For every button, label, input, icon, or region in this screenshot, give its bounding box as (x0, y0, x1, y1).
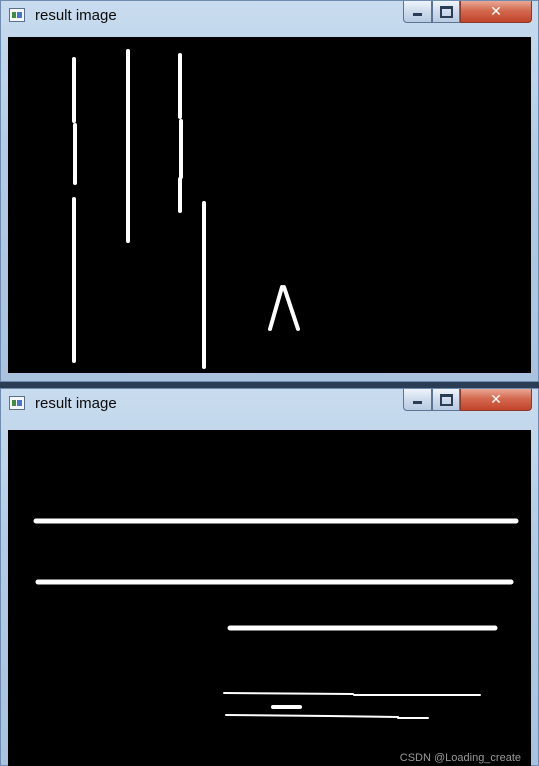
result-window-bottom: result image ✕ CSDN @Loading_create (0, 388, 539, 766)
line-segment (327, 715, 399, 718)
maximize-button[interactable] (432, 389, 460, 411)
line-segment (268, 285, 284, 331)
minimize-icon (413, 401, 422, 404)
maximize-button[interactable] (432, 1, 460, 23)
minimize-button[interactable] (403, 1, 432, 23)
app-icon (9, 8, 25, 22)
app-icon (9, 396, 25, 410)
maximize-icon (439, 5, 453, 18)
image-canvas (8, 37, 531, 373)
minimize-button[interactable] (403, 389, 432, 411)
close-icon: ✕ (490, 391, 502, 408)
title-bar[interactable]: result image ✕ (1, 1, 538, 31)
image-canvas: CSDN @Loading_create (8, 430, 531, 766)
result-window-top: result image ✕ (0, 0, 539, 382)
minimize-icon (413, 13, 422, 16)
title-bar[interactable]: result image ✕ (1, 389, 538, 419)
line-segment (282, 285, 300, 331)
detected-lines-horizontal (33, 518, 519, 719)
close-button[interactable]: ✕ (460, 1, 532, 23)
line-segment (223, 692, 354, 695)
line-segment (225, 714, 329, 717)
close-button[interactable]: ✕ (460, 389, 532, 411)
window-title: result image (35, 395, 117, 412)
watermark: CSDN @Loading_create (399, 752, 521, 764)
detected-lines-vertical (72, 49, 300, 369)
window-title: result image (35, 7, 117, 24)
close-icon: ✕ (490, 3, 502, 20)
maximize-icon (439, 393, 453, 406)
